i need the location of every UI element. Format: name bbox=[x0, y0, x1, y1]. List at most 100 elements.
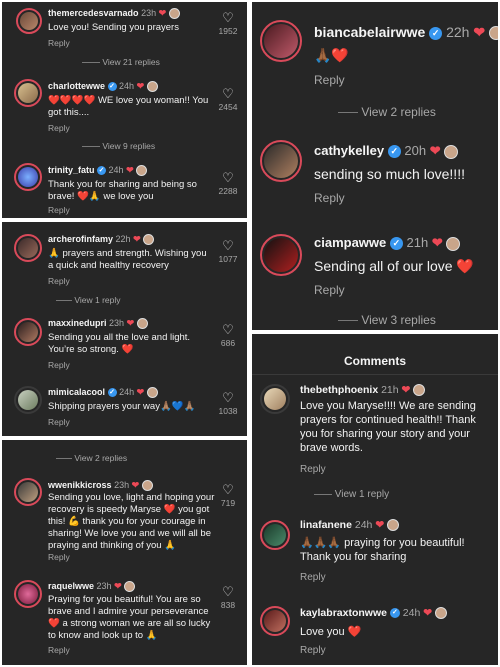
timestamp: 24h bbox=[119, 81, 135, 91]
author-avatar-icon bbox=[444, 144, 459, 159]
avatar[interactable] bbox=[14, 318, 42, 346]
comment-text: 🙏 prayers and strength. Wishing you a qu… bbox=[48, 248, 207, 271]
like-button[interactable]: ♡ 838 bbox=[214, 584, 242, 610]
comment-header: mimicalacool ✓ 24h ❤ bbox=[48, 387, 158, 399]
author-avatar-icon bbox=[136, 165, 148, 177]
heart-outline-icon: ♡ bbox=[222, 170, 234, 185]
comment-header: raquelwwe 23h ❤ bbox=[48, 581, 136, 593]
view-replies-button[interactable]: View 2 replies bbox=[338, 105, 436, 119]
author-avatar-icon bbox=[168, 8, 180, 20]
username[interactable]: trinity_fatu bbox=[48, 165, 95, 175]
like-count: 2288 bbox=[218, 186, 238, 196]
avatar[interactable] bbox=[260, 20, 302, 62]
like-button[interactable]: ♡ 1952 bbox=[214, 10, 242, 36]
view-replies-button[interactable]: View 21 replies bbox=[82, 57, 160, 67]
username[interactable]: mimicalacool bbox=[48, 387, 105, 397]
view-replies-button[interactable]: View 1 reply bbox=[56, 295, 121, 305]
reply-button[interactable]: Reply bbox=[300, 645, 326, 656]
view-replies-button[interactable]: View 1 reply bbox=[314, 489, 389, 500]
reply-button[interactable]: Reply bbox=[314, 191, 345, 205]
username[interactable]: maxxinedupri bbox=[48, 318, 107, 328]
timestamp: 24h bbox=[108, 165, 124, 175]
avatar[interactable] bbox=[260, 606, 290, 636]
avatar[interactable] bbox=[14, 386, 42, 414]
divider bbox=[56, 300, 72, 302]
red-heart-icon: ❤ bbox=[431, 235, 443, 250]
timestamp: 23h bbox=[109, 318, 125, 328]
reply-button[interactable]: Reply bbox=[314, 283, 345, 297]
reply-button[interactable]: Reply bbox=[48, 123, 70, 133]
like-button[interactable]: ♡ 2454 bbox=[214, 86, 242, 112]
like-count: 1952 bbox=[218, 26, 238, 36]
comment-header: archerofinfamy 22h ❤ bbox=[48, 234, 155, 246]
avatar[interactable] bbox=[260, 140, 302, 182]
username[interactable]: linafanene bbox=[300, 519, 352, 531]
timestamp: 20h bbox=[404, 143, 427, 158]
like-count: 838 bbox=[220, 600, 236, 610]
author-avatar-icon bbox=[446, 236, 461, 251]
username[interactable]: themercedesvarnado bbox=[48, 8, 139, 18]
avatar[interactable] bbox=[14, 79, 42, 107]
avatar[interactable] bbox=[260, 520, 290, 550]
avatar[interactable] bbox=[14, 478, 42, 506]
like-count: 2454 bbox=[218, 102, 238, 112]
like-count: 1077 bbox=[218, 254, 238, 264]
username[interactable]: thebethphoenix bbox=[300, 384, 378, 396]
username[interactable]: wwenikkicross bbox=[48, 480, 112, 490]
username[interactable]: archerofinfamy bbox=[48, 234, 113, 244]
reply-button[interactable]: Reply bbox=[48, 38, 70, 48]
reply-button[interactable]: Reply bbox=[48, 552, 70, 562]
divider bbox=[82, 62, 100, 64]
comment-header: kaylabraxtonwwe ✓ 24h ❤ bbox=[300, 607, 447, 620]
reply-button[interactable]: Reply bbox=[300, 464, 326, 475]
username[interactable]: cathykelley bbox=[314, 143, 384, 158]
timestamp: 23h bbox=[141, 8, 157, 18]
comment-header: ciampawwe ✓ 21h ❤ bbox=[314, 235, 461, 251]
author-avatar-icon bbox=[434, 607, 447, 620]
reply-button[interactable]: Reply bbox=[48, 276, 70, 286]
view-replies-button[interactable]: View 2 replies bbox=[56, 453, 127, 463]
avatar[interactable] bbox=[16, 8, 42, 34]
comments-panel-3: View 2 replies wwenikkicross 23h ❤ Sendi… bbox=[2, 440, 247, 665]
reply-button[interactable]: Reply bbox=[48, 645, 70, 655]
like-button[interactable]: ♡ 719 bbox=[214, 482, 242, 508]
comment-text: Sending you all the love and light. You’… bbox=[48, 332, 191, 355]
divider bbox=[314, 493, 332, 495]
author-avatar-icon bbox=[488, 26, 498, 41]
verified-badge-icon: ✓ bbox=[97, 166, 107, 176]
avatar[interactable] bbox=[260, 384, 290, 414]
like-button[interactable]: ♡ 686 bbox=[214, 322, 242, 348]
verified-badge-icon: ✓ bbox=[429, 26, 443, 40]
view-replies-button[interactable]: View 3 replies bbox=[338, 313, 436, 327]
avatar[interactable] bbox=[14, 580, 42, 608]
red-heart-icon: ❤ bbox=[401, 384, 411, 396]
username[interactable]: charlottewwe bbox=[48, 81, 105, 91]
username[interactable]: raquelwwe bbox=[48, 581, 94, 591]
heart-outline-icon: ♡ bbox=[222, 584, 234, 599]
avatar[interactable] bbox=[260, 234, 302, 276]
like-button[interactable]: ♡ 1038 bbox=[214, 390, 242, 416]
reply-button[interactable]: Reply bbox=[48, 205, 70, 215]
comment-header: biancabelairwwe ✓ 22h ❤ bbox=[314, 24, 498, 41]
username[interactable]: biancabelairwwe bbox=[314, 24, 425, 40]
reply-button[interactable]: Reply bbox=[48, 417, 70, 427]
like-button[interactable]: ♡ 1077 bbox=[214, 238, 242, 264]
avatar[interactable] bbox=[14, 234, 42, 262]
author-avatar-icon bbox=[136, 318, 148, 330]
reply-button[interactable]: Reply bbox=[300, 572, 326, 583]
reply-button[interactable]: Reply bbox=[48, 360, 70, 370]
author-avatar-icon bbox=[124, 581, 136, 593]
verified-badge-icon: ✓ bbox=[107, 388, 117, 398]
divider bbox=[338, 112, 358, 114]
avatar[interactable] bbox=[14, 163, 42, 191]
red-heart-icon: ❤ bbox=[158, 8, 167, 18]
username[interactable]: ciampawwe bbox=[314, 235, 386, 250]
username[interactable]: kaylabraxtonwwe bbox=[300, 607, 387, 619]
timestamp: 22h bbox=[446, 24, 470, 40]
view-replies-label: View 2 replies bbox=[74, 453, 128, 463]
reply-button[interactable]: Reply bbox=[314, 73, 345, 87]
view-replies-button[interactable]: View 9 replies bbox=[82, 141, 155, 151]
like-button[interactable]: ♡ 2288 bbox=[214, 170, 242, 196]
comment-text: Love you Maryse!!!! We are sending praye… bbox=[300, 400, 476, 454]
comment-header: wwenikkicross 23h ❤ bbox=[48, 480, 153, 492]
